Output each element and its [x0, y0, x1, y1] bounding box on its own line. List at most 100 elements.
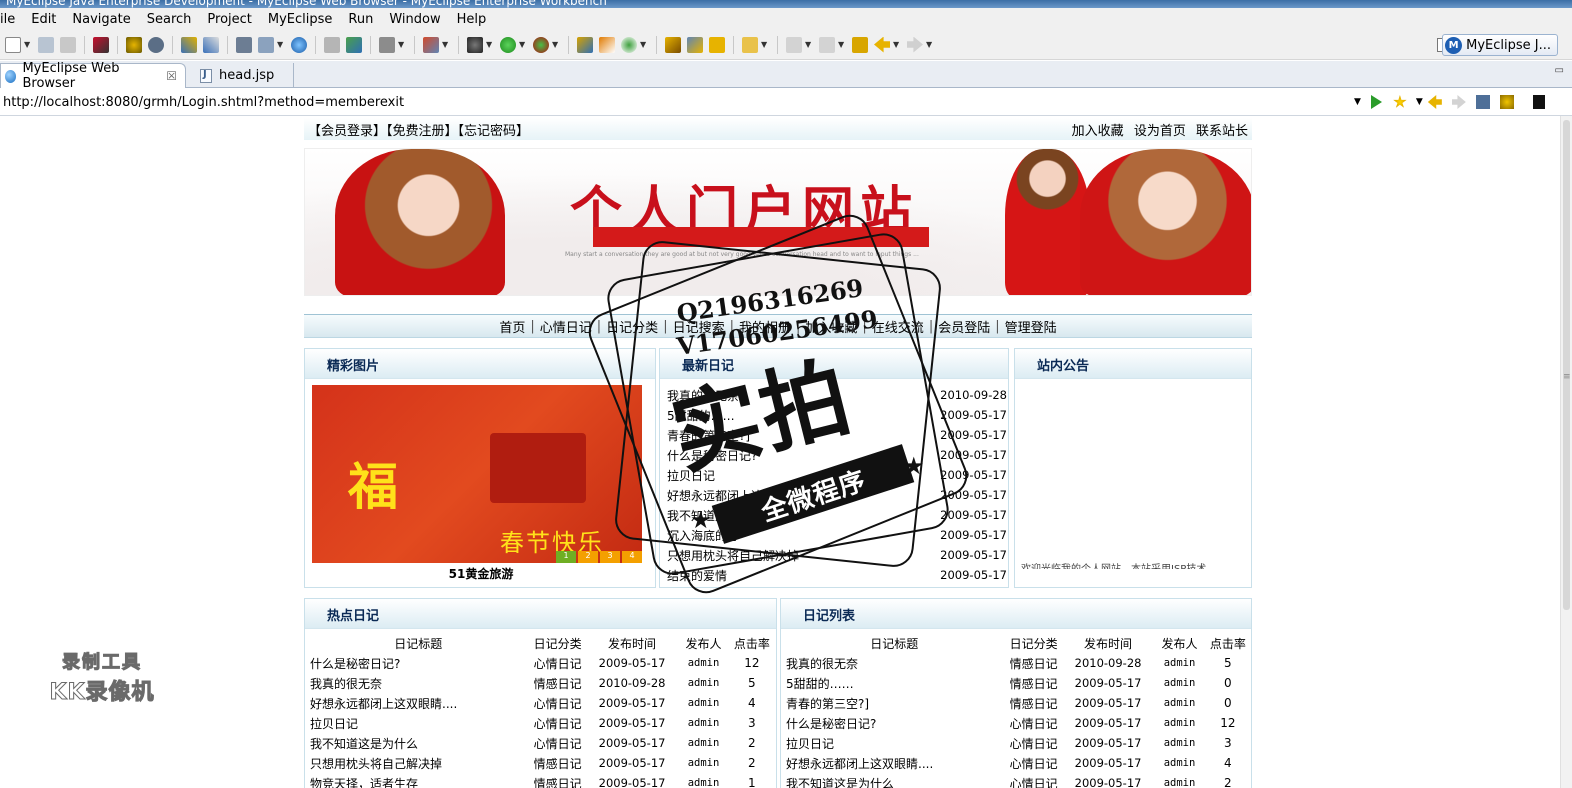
diary-link[interactable]: 拉贝日记	[786, 733, 1002, 753]
package-icon[interactable]	[93, 36, 109, 53]
minimize-icon[interactable]: ▭	[1555, 65, 1564, 76]
free-register-link[interactable]: 【免费注册】	[386, 124, 458, 139]
report-icon[interactable]	[423, 36, 439, 53]
folder-icon[interactable]	[742, 36, 758, 53]
chevron-down-icon[interactable]: ▼	[926, 40, 933, 49]
diary-link[interactable]: 5甜甜的……	[667, 407, 735, 424]
diary-link[interactable]: 我不知道这是为什么	[667, 507, 775, 524]
chevron-down-icon[interactable]: ▼	[640, 40, 647, 49]
tab-head-jsp[interactable]: head.jsp	[196, 63, 294, 88]
diary-link[interactable]: 好想永远都闭上这双眼睛	[667, 487, 799, 504]
featured-image[interactable]: 福 春节快乐 1 2 3 4	[312, 385, 642, 563]
diary-link[interactable]: 什么是秘密日记?	[786, 713, 1002, 733]
set-homepage-link[interactable]: 设为首页	[1134, 124, 1186, 139]
diary-link[interactable]: 青春的第三空?]	[667, 427, 750, 444]
print-icon[interactable]	[60, 36, 76, 53]
nav-home[interactable]: 首页	[494, 317, 530, 336]
slide-2-button[interactable]: 2	[578, 551, 598, 563]
menu-window[interactable]: Window	[381, 12, 448, 27]
add-favorite-link[interactable]: 加入收藏	[1072, 124, 1124, 139]
go-icon[interactable]	[1370, 95, 1382, 109]
diary-link[interactable]: 什么是秘密日记?	[310, 653, 526, 673]
diary-link[interactable]: 我真的很无奈	[310, 673, 526, 693]
browser-menu-icon[interactable]	[1532, 95, 1545, 109]
slide-1-button[interactable]: 1	[556, 551, 576, 563]
diary-link[interactable]: 结束的爱情	[667, 567, 727, 584]
slide-4-button[interactable]: 4	[622, 551, 642, 563]
open-type-icon[interactable]	[665, 36, 681, 53]
chevron-down-icon[interactable]: ▼	[24, 40, 31, 49]
menu-edit[interactable]: Edit	[23, 12, 64, 27]
refresh-icon[interactable]	[1499, 95, 1514, 109]
tab-web-browser[interactable]: MyEclipse Web Browser ☒	[0, 61, 186, 91]
new-icon[interactable]	[5, 36, 21, 53]
chevron-down-icon[interactable]: ▼	[1354, 97, 1361, 107]
diary-link[interactable]: 我真的很无奈	[786, 653, 1002, 673]
diary-link[interactable]: 5甜甜的……	[786, 673, 1002, 693]
url-input[interactable]	[0, 94, 1350, 110]
diary-link[interactable]: 好想永远都闭上这双眼睛....	[310, 693, 526, 713]
close-icon[interactable]: ☒	[166, 69, 177, 83]
images-icon[interactable]	[324, 36, 340, 53]
search-icon[interactable]	[709, 36, 725, 53]
chevron-down-icon[interactable]: ▼	[552, 40, 559, 49]
contact-admin-link[interactable]: 联系站长	[1196, 124, 1248, 139]
debug-icon[interactable]	[467, 36, 483, 53]
last-edit-icon[interactable]	[852, 36, 868, 53]
new-class-icon[interactable]	[577, 36, 593, 53]
member-login-link[interactable]: 【会员登录】	[308, 124, 386, 139]
run-icon[interactable]	[500, 36, 516, 53]
vertical-scrollbar[interactable]: ≡	[1560, 116, 1572, 788]
save-icon[interactable]	[38, 36, 54, 53]
diary-link[interactable]: 我不知道这是为什么	[786, 773, 1002, 788]
diary-link[interactable]: 物竞天择，适者生存	[310, 773, 526, 788]
menu-search[interactable]: Search	[139, 12, 200, 27]
redeploy-icon[interactable]	[203, 36, 219, 53]
chevron-down-icon[interactable]: ▼	[398, 40, 405, 49]
forgot-password-link[interactable]: 【忘记密码】	[458, 124, 530, 139]
chevron-down-icon[interactable]: ▼	[893, 40, 900, 49]
diary-link[interactable]: 拉贝日记	[310, 713, 526, 733]
diary-link[interactable]: 青春的第三空?]	[786, 693, 1002, 713]
browser-forward-icon[interactable]	[1451, 95, 1466, 109]
chevron-down-icon[interactable]: ▼	[1416, 97, 1423, 107]
web-project-icon[interactable]	[236, 36, 252, 53]
nav-add-favorite[interactable]: 加入收藏	[800, 317, 862, 336]
nav-diary-search[interactable]: 日记搜索	[668, 317, 730, 336]
prev-annotation-icon[interactable]	[819, 36, 835, 53]
add-icon[interactable]	[346, 36, 362, 53]
deploy-icon[interactable]	[181, 36, 197, 53]
menu-help[interactable]: Help	[449, 12, 495, 27]
chevron-down-icon[interactable]: ▼	[442, 40, 449, 49]
browser-back-icon[interactable]	[1427, 95, 1442, 109]
next-annotation-icon[interactable]	[786, 36, 802, 53]
perspective-switcher[interactable]: M MyEclipse J...	[1442, 34, 1558, 56]
menu-project[interactable]: Project	[199, 12, 259, 27]
chevron-down-icon[interactable]: ▼	[838, 40, 845, 49]
nav-mood-diary[interactable]: 心情日记	[535, 317, 597, 336]
nav-online-chat[interactable]: 在线交流	[867, 317, 929, 336]
diary-link[interactable]: 我不知道这是为什么	[310, 733, 526, 753]
diary-link[interactable]: 好想永远都闭上这双眼睛....	[786, 753, 1002, 773]
favorites-star-icon[interactable]	[1393, 95, 1407, 108]
slide-3-button[interactable]: 3	[600, 551, 620, 563]
debug-server-icon[interactable]	[126, 36, 142, 53]
server-icon[interactable]	[148, 36, 164, 53]
nav-my-album[interactable]: 我的相册	[734, 317, 796, 336]
stop-icon[interactable]	[1475, 95, 1490, 109]
new-package-icon[interactable]	[599, 36, 615, 53]
diary-link[interactable]: 沉入海底的心	[667, 527, 739, 544]
chevron-down-icon[interactable]: ▼	[486, 40, 493, 49]
new-interface-icon[interactable]	[621, 36, 637, 53]
back-arrow-icon[interactable]	[874, 36, 890, 53]
open-task-icon[interactable]	[687, 36, 703, 53]
chevron-down-icon[interactable]: ▼	[277, 40, 284, 49]
external-tools-icon[interactable]	[533, 36, 549, 53]
chevron-down-icon[interactable]: ▼	[519, 40, 526, 49]
image-caption[interactable]: 51黄金旅游	[305, 565, 655, 582]
diary-link[interactable]: 只想用枕头将自己解决掉	[667, 547, 799, 564]
scrollbar-thumb[interactable]	[1563, 120, 1570, 610]
menu-run[interactable]: Run	[340, 12, 381, 27]
nav-member-login[interactable]: 会员登陆	[933, 317, 995, 336]
diary-link[interactable]: 只想用枕头将自己解决掉	[310, 753, 526, 773]
